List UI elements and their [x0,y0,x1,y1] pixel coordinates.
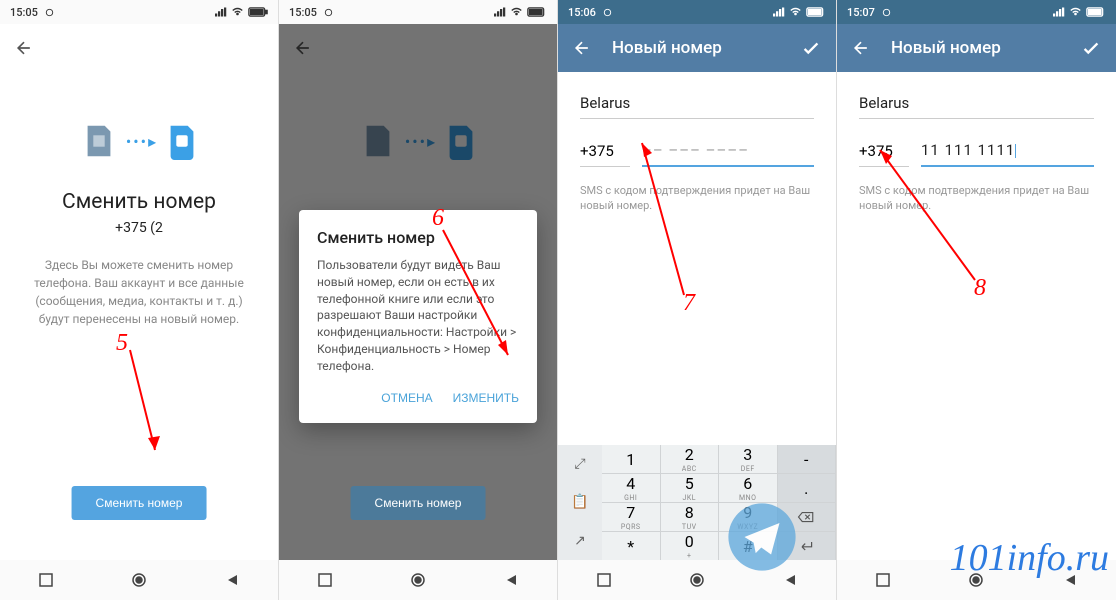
alarm-icon [323,7,334,18]
key-minus[interactable]: - [778,445,837,474]
confirm-dialog: Сменить номер Пользователи будут видеть … [299,210,537,423]
check-icon[interactable] [800,37,822,59]
nav-back-icon[interactable] [225,573,239,587]
cancel-button[interactable]: ОТМЕНА [381,391,432,405]
back-icon[interactable] [851,38,871,58]
telegram-logo-icon [727,502,797,572]
page-title: Сменить номер [20,190,258,214]
phone-input[interactable]: –– ––– –––– [642,135,814,167]
key-0[interactable]: 0+ [661,532,720,561]
nav-square-icon[interactable] [876,573,890,587]
status-bar: 15:05 [279,0,557,24]
nav-circle-icon[interactable] [410,572,426,588]
annotation-label-6: 6 [432,205,444,232]
alarm-icon [44,7,55,18]
nav-circle-icon[interactable] [689,572,705,588]
battery-icon [527,7,547,17]
time: 15:07 [847,6,875,19]
expand-icon[interactable]: ⤢ [574,456,585,472]
nav-bar [0,560,278,600]
popup-icon[interactable]: ↗ [574,533,586,549]
dialog-body: Пользователи будут видеть Ваш новый номе… [317,257,519,375]
country-selector[interactable]: Belarus [580,88,814,119]
confirm-button[interactable]: ИЗМЕНИТЬ [453,391,519,405]
phone-display: +375 (2 [20,220,258,236]
toolbar-title: Новый номер [891,38,1001,58]
clipboard-icon[interactable]: 📋 [571,494,588,510]
nav-circle-icon[interactable] [131,572,147,588]
dialog-title: Сменить номер [317,228,519,247]
country-code[interactable]: +375 [580,136,630,167]
battery-icon [1086,7,1106,17]
key-6[interactable]: 6MNO [719,474,778,503]
battery-icon [806,7,826,17]
signal-icon [1053,7,1065,17]
wifi-icon [1069,7,1082,17]
status-bar: 15:07 [837,0,1116,24]
screen-2: 15:05 •••▸ Сменить номер Сменить номер П… [279,0,558,600]
key-8[interactable]: 8TUV [661,503,720,532]
signal-icon [494,7,506,17]
sms-note: SMS с кодом подтверждения придет на Ваш … [859,183,1094,214]
nav-bar [279,560,557,600]
signal-icon [773,7,785,17]
nav-square-icon[interactable] [318,573,332,587]
status-bar: 15:06 [558,0,836,24]
screen-1: 15:05 •••▸ Сменить номер +375 (2 Здесь В… [0,0,279,600]
key-2[interactable]: 2ABC [661,445,720,474]
back-icon[interactable] [14,38,34,58]
watermark: 101info.ru [950,536,1109,580]
sms-note: SMS с кодом подтверждения придет на Ваш … [580,183,814,214]
annotation-label-5: 5 [116,330,128,357]
toolbar [0,24,278,72]
wifi-icon [510,7,523,17]
change-number-button[interactable]: Сменить номер [351,486,486,520]
wifi-icon [231,7,244,17]
nav-square-icon[interactable] [597,573,611,587]
annotation-label-8: 8 [974,275,986,302]
alarm-icon [881,7,892,18]
arrow-dots-icon: •••▸ [126,132,158,151]
key-5[interactable]: 5JKL [661,474,720,503]
nav-back-icon[interactable] [783,573,797,587]
alarm-icon [602,7,613,18]
key-7[interactable]: 7PQRS [602,503,661,532]
time: 15:05 [289,6,317,19]
toolbar: Новый номер [837,24,1116,72]
nav-square-icon[interactable] [39,573,53,587]
nav-back-icon[interactable] [504,573,518,587]
time: 15:06 [568,6,596,19]
sim-illustration: •••▸ [20,122,258,160]
change-number-button[interactable]: Сменить номер [72,486,207,520]
time: 15:05 [10,6,38,19]
wifi-icon [789,7,802,17]
toolbar: Новый номер [558,24,836,72]
signal-icon [215,7,227,17]
battery-icon [248,7,268,17]
country-selector[interactable]: Belarus [859,88,1094,119]
key-star[interactable]: * [602,532,661,561]
key-3[interactable]: 3DEF [719,445,778,474]
check-icon[interactable] [1080,37,1102,59]
key-dot[interactable]: . [778,474,837,503]
key-4[interactable]: 4GHI [602,474,661,503]
description: Здесь Вы можете сменить номер телефона. … [20,256,258,328]
toolbar-title: Новый номер [612,38,722,58]
country-code[interactable]: +375 [859,136,909,167]
back-icon[interactable] [572,38,592,58]
annotation-label-7: 7 [683,290,695,317]
phone-input[interactable]: 11 111 1111 [921,135,1094,167]
status-bar: 15:05 [0,0,278,24]
key-1[interactable]: 1 [602,445,661,474]
